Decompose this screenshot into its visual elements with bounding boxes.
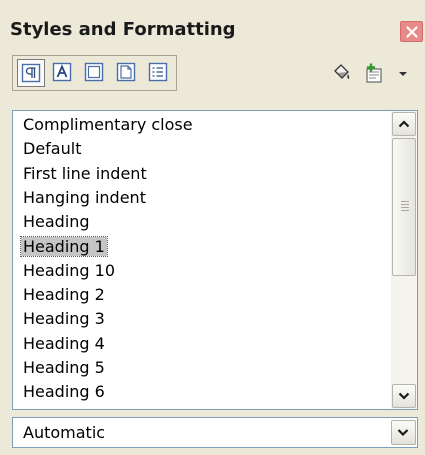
styles-list-box[interactable]: Complimentary close Default First line ind… bbox=[12, 110, 418, 410]
scroll-thumb[interactable] bbox=[392, 138, 416, 276]
scroll-up-button[interactable] bbox=[392, 112, 416, 136]
chevron-down-icon bbox=[398, 392, 410, 400]
style-list-item-label: Default bbox=[23, 139, 82, 159]
style-list-item[interactable]: Complimentary close bbox=[23, 113, 193, 137]
style-list-item[interactable]: Heading 3 bbox=[23, 307, 105, 331]
style-list-item[interactable]: First line indent bbox=[23, 162, 147, 186]
style-list-item-label: Heading 10 bbox=[23, 260, 116, 280]
page-styles-button[interactable] bbox=[113, 59, 141, 87]
close-icon bbox=[406, 26, 418, 38]
style-toolbar bbox=[0, 55, 425, 101]
style-list-item-label: Heading bbox=[23, 212, 90, 232]
chevron-down-icon bbox=[397, 429, 409, 437]
style-list-item-label: Heading 4 bbox=[23, 333, 105, 353]
style-list-item-label: First line indent bbox=[23, 163, 147, 183]
style-family-group bbox=[12, 55, 177, 91]
list-styles-icon bbox=[148, 62, 168, 82]
style-list-item[interactable]: Heading bbox=[23, 210, 90, 234]
styles-list[interactable]: Complimentary close Default First line ind… bbox=[13, 111, 391, 409]
title-bar: Styles and Formatting bbox=[0, 0, 425, 42]
dropdown-arrow-icon bbox=[399, 72, 407, 76]
character-styles-button[interactable] bbox=[49, 59, 77, 87]
character-styles-icon bbox=[52, 62, 72, 82]
close-button[interactable] bbox=[400, 21, 423, 42]
style-list-item[interactable]: Heading 10 bbox=[23, 259, 115, 283]
style-list-item-label: Heading 5 bbox=[23, 358, 105, 377]
style-list-item[interactable]: Heading 4 bbox=[23, 332, 105, 356]
new-style-from-selection-icon bbox=[366, 63, 382, 83]
style-list-item[interactable]: Default bbox=[23, 137, 81, 161]
fill-format-mode-button[interactable] bbox=[326, 59, 354, 87]
style-list-item-label: Complimentary close bbox=[23, 115, 193, 134]
style-list-item-label: Heading 6 bbox=[23, 382, 105, 402]
style-list-item[interactable]: Heading 5 bbox=[23, 356, 105, 380]
page-styles-icon bbox=[116, 62, 136, 82]
vertical-scrollbar[interactable] bbox=[391, 111, 417, 409]
style-list-item-label: Heading 3 bbox=[23, 309, 105, 329]
filter-selected-value: Automatic bbox=[23, 423, 106, 442]
style-list-item[interactable]: Hanging indent bbox=[23, 186, 146, 210]
frame-styles-button[interactable] bbox=[81, 59, 109, 87]
new-style-menu-arrow[interactable] bbox=[396, 67, 410, 81]
fill-format-mode-icon bbox=[334, 64, 350, 79]
filter-dropdown-button[interactable] bbox=[391, 420, 416, 445]
panel-title: Styles and Formatting bbox=[10, 19, 236, 40]
style-list-item-label: Heading 1 bbox=[20, 235, 108, 257]
paragraph-styles-button[interactable] bbox=[17, 59, 45, 87]
style-list-item-label: Hanging indent bbox=[23, 187, 146, 207]
style-list-item[interactable]: Heading 6 bbox=[23, 380, 105, 404]
new-style-from-selection-button[interactable] bbox=[360, 59, 388, 87]
chevron-up-icon bbox=[398, 120, 410, 128]
style-filter-select[interactable]: Automatic bbox=[12, 417, 418, 448]
list-styles-button[interactable] bbox=[145, 59, 173, 87]
style-list-item[interactable]: Heading 2 bbox=[23, 283, 105, 307]
frame-styles-icon bbox=[84, 62, 104, 82]
scroll-down-button[interactable] bbox=[392, 384, 416, 408]
paragraph-styles-icon bbox=[21, 63, 41, 83]
style-list-item-label: Heading 2 bbox=[23, 285, 105, 305]
styles-and-formatting-panel: Styles and Formatting Complimentary clos… bbox=[0, 0, 425, 455]
style-list-item[interactable]: Heading 1 bbox=[20, 235, 108, 259]
